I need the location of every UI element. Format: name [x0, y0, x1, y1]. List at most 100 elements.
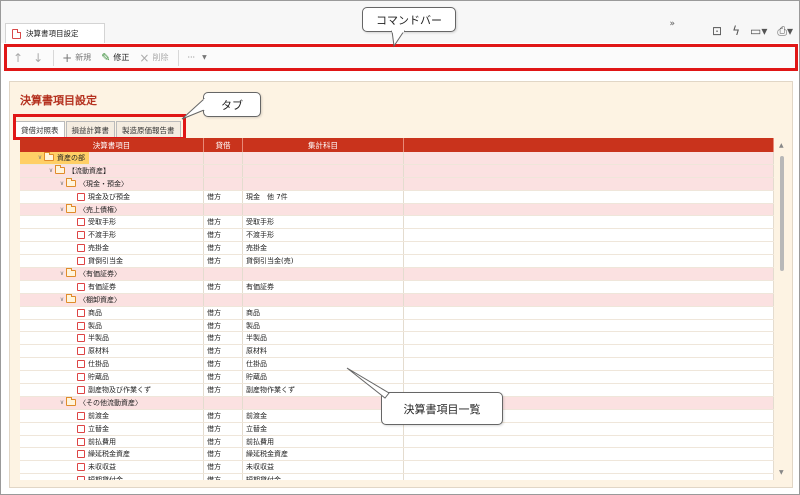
cell-side: 借方: [204, 409, 243, 422]
cell-side: 借方: [204, 280, 243, 293]
item-label-wrap: 売掛金: [20, 242, 113, 254]
table-row[interactable]: ∨ 資産の部: [20, 152, 774, 165]
expand-toggle-icon[interactable]: ∨: [58, 296, 66, 303]
cell-item: 不渡手形: [20, 229, 204, 242]
item-label: 短期貸付金: [88, 475, 123, 480]
scroll-up-icon[interactable]: ▲: [779, 142, 784, 149]
more-menu-button[interactable]: ··· ▼: [187, 53, 206, 62]
table-row[interactable]: 未収収益 借方 未収収益: [20, 461, 774, 475]
expand-toggle-icon[interactable]: ∨: [36, 154, 44, 161]
document-tab[interactable]: 決算書項目設定: [5, 23, 105, 43]
folder-icon: [66, 178, 76, 188]
table-row[interactable]: 繰延税金資産 借方 繰延税金資産: [20, 448, 774, 462]
cell-item: ∨ 〈その他流動資産〉: [20, 396, 204, 409]
item-label-wrap: 貸倒引当金: [20, 255, 127, 267]
cell-summary: 未収収益: [243, 461, 404, 474]
column-header-side[interactable]: 貸借: [204, 138, 243, 152]
item-label-wrap: 貯蔵品: [20, 371, 113, 383]
item-label: 資産の部: [57, 153, 85, 162]
callout-tabs: タブ: [203, 92, 261, 117]
scroll-down-icon[interactable]: ▼: [779, 469, 784, 476]
item-label-wrap: 有価証券: [20, 281, 120, 293]
grid-body: ∨ 資産の部 ∨ 【流動資産】 ∨ 〈現金・預金〉 現金及び預金 借方 現金 他 7件 ∨ 〈売上債…: [20, 152, 774, 480]
table-row[interactable]: 不渡手形 借方 不渡手形: [20, 229, 774, 243]
cell-side: [204, 268, 243, 280]
table-row[interactable]: 貯蔵品 借方 貯蔵品: [20, 371, 774, 385]
cell-filler: [404, 268, 774, 280]
table-row[interactable]: 売掛金 借方 売掛金: [20, 242, 774, 256]
item-label: 〈現金・預金〉: [79, 179, 128, 188]
item-icon: [77, 321, 85, 330]
cell-side: [204, 152, 243, 164]
table-row[interactable]: 受取手形 借方 受取手形: [20, 216, 774, 230]
cell-filler: [404, 203, 774, 216]
cell-summary: 製品: [243, 319, 404, 332]
cell-side: 借方: [204, 461, 243, 474]
move-down-button[interactable]: ↓: [33, 52, 43, 64]
item-label-wrap: 原材料: [20, 345, 113, 357]
expand-toggle-icon[interactable]: ∨: [58, 399, 66, 406]
folder-icon: [66, 268, 76, 278]
item-label: 立替金: [88, 424, 109, 433]
item-label: 貯蔵品: [88, 373, 109, 382]
print-icon[interactable]: ⎙▾: [777, 24, 793, 39]
vertical-scrollbar[interactable]: ▲ ▼: [779, 142, 786, 476]
cell-item: 製品: [20, 319, 204, 332]
cell-summary: [243, 177, 404, 190]
item-label: 有価証券: [88, 282, 116, 291]
edit-button[interactable]: ✎ 修正: [101, 52, 129, 63]
window-layout-icon[interactable]: ▭▾: [750, 24, 767, 38]
table-row[interactable]: ∨ 【流動資産】: [20, 164, 774, 178]
scroll-thumb[interactable]: [780, 156, 784, 271]
item-label: 前払費用: [88, 437, 116, 446]
column-header-item[interactable]: 決算書項目: [20, 138, 204, 152]
table-row[interactable]: 商品 借方 商品: [20, 306, 774, 320]
cell-side: 借方: [204, 435, 243, 448]
table-row[interactable]: 貸倒引当金 借方 貸倒引当金(売): [20, 255, 774, 269]
cell-filler: [404, 280, 774, 293]
cell-item: 貯蔵品: [20, 371, 204, 384]
item-label: 前渡金: [88, 411, 109, 420]
tabs-highlight: [13, 114, 186, 140]
item-label-wrap: 仕掛品: [20, 358, 113, 370]
expand-toggle-icon[interactable]: ∨: [58, 180, 66, 187]
cell-filler: [404, 152, 774, 164]
cell-filler: [404, 358, 774, 371]
table-row[interactable]: 原材料 借方 原材料: [20, 345, 774, 359]
item-icon: [77, 476, 85, 480]
table-row[interactable]: 前払費用 借方 前払費用: [20, 435, 774, 449]
cell-item: 短期貸付金: [20, 474, 204, 480]
item-label-wrap: ∨ 〈現金・預金〉: [20, 178, 132, 190]
table-row[interactable]: 製品 借方 製品: [20, 319, 774, 333]
table-row[interactable]: ∨ 〈売上債権〉: [20, 203, 774, 217]
cell-summary: 前払費用: [243, 435, 404, 448]
table-row[interactable]: ∨ 〈現金・預金〉: [20, 177, 774, 191]
cell-summary: 半製品: [243, 332, 404, 345]
new-label: 新規: [75, 53, 92, 62]
table-row[interactable]: 半製品 借方 半製品: [20, 332, 774, 346]
cell-item: 副産物及び作業くず: [20, 384, 204, 396]
table-row[interactable]: ∨ 〈有価証券〉: [20, 268, 774, 281]
expand-toggle-icon[interactable]: ∨: [58, 206, 66, 213]
table-row[interactable]: ∨ 〈棚卸資産〉: [20, 293, 774, 307]
item-label: 〈有価証券〉: [79, 269, 121, 278]
table-row[interactable]: 有価証券 借方 有価証券: [20, 280, 774, 294]
overflow-chevron-icon[interactable]: »: [669, 19, 675, 29]
table-row[interactable]: 現金及び預金 借方 現金 他 7件: [20, 190, 774, 204]
cell-filler: [404, 164, 774, 177]
item-label-wrap: ∨ 〈棚卸資産〉: [20, 294, 125, 306]
new-button[interactable]: + 新規: [62, 52, 92, 64]
column-header-summary[interactable]: 集計科目: [243, 138, 404, 152]
expand-toggle-icon[interactable]: ∨: [47, 167, 55, 174]
table-row[interactable]: 仕掛品 借方 仕掛品: [20, 358, 774, 372]
item-label-wrap: 前払費用: [20, 436, 120, 448]
cell-side: [204, 203, 243, 216]
lightning-icon[interactable]: ϟ: [732, 24, 740, 38]
cell-side: 借方: [204, 319, 243, 332]
table-row[interactable]: 短期貸付金借方短期貸付金: [20, 474, 774, 480]
bookmark-icon[interactable]: ⊡: [712, 24, 722, 38]
cell-item: 仕掛品: [20, 358, 204, 371]
delete-button[interactable]: × 削除: [139, 52, 168, 64]
expand-toggle-icon[interactable]: ∨: [58, 270, 66, 277]
move-up-button[interactable]: ↑: [13, 52, 23, 64]
